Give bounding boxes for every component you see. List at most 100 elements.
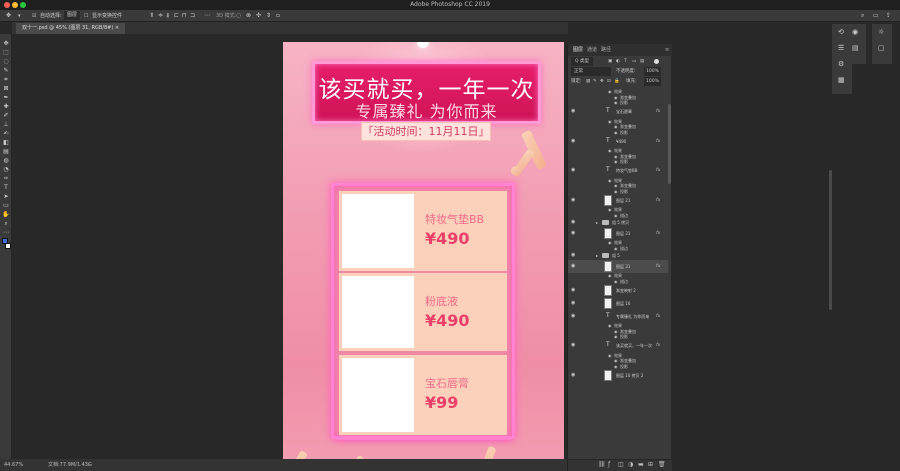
effect-visibility-icon[interactable]: ◉ xyxy=(614,100,618,105)
background-color-swatch[interactable] xyxy=(5,243,11,249)
panel-menu-icon[interactable]: ≡ xyxy=(662,46,672,54)
effect-visibility-icon[interactable]: ◉ xyxy=(608,240,612,245)
layer-row[interactable]: ◉ 图层 31 fx xyxy=(568,260,668,273)
styles-icon[interactable]: ▦ xyxy=(838,76,845,84)
layers-scrollbar[interactable] xyxy=(668,104,671,184)
type-tool-icon[interactable]: T xyxy=(2,184,10,191)
align-right-icon[interactable]: ⊐ xyxy=(190,10,195,22)
history-brush-icon[interactable]: ✍ xyxy=(2,130,10,137)
blur-tool-icon[interactable]: ◍ xyxy=(2,157,10,164)
properties-icon[interactable]: ☰ xyxy=(838,44,844,52)
learn-icon[interactable]: ☼ xyxy=(878,28,884,36)
distribute-icon[interactable]: ⋯ xyxy=(204,10,210,22)
new-layer-icon[interactable]: ⊞ xyxy=(648,461,653,468)
eyedropper-tool-icon[interactable]: ✒ xyxy=(2,94,10,101)
layer-visibility-icon[interactable]: ◉ xyxy=(571,197,575,203)
filter-type-select[interactable]: Q 类型 xyxy=(571,57,593,66)
marquee-tool-icon[interactable]: ⬚ xyxy=(2,49,10,56)
lasso-tool-icon[interactable]: ◌ xyxy=(2,58,10,65)
layer-fx-badge[interactable]: fx xyxy=(656,231,660,236)
move-tool-icon[interactable]: ✥ xyxy=(2,40,10,47)
dodge-tool-icon[interactable]: ◔ xyxy=(2,166,10,173)
filter-shape-icon[interactable]: ▭ xyxy=(632,57,636,66)
layer-group-row[interactable]: ◉ ▸ 组 5 xyxy=(568,251,668,260)
lock-image-icon[interactable]: ✎ xyxy=(593,77,597,86)
layer-fx-badge[interactable]: fx xyxy=(656,139,660,144)
healing-tool-icon[interactable]: ✚ xyxy=(2,103,10,110)
layer-row[interactable]: ◉ 图层 21 fx xyxy=(568,194,668,207)
quick-select-tool-icon[interactable]: ✎ xyxy=(2,67,10,74)
layer-fx-badge[interactable]: fx xyxy=(656,264,660,269)
product-card[interactable]: 粉底液 ¥490 xyxy=(339,273,507,351)
lock-pixels-icon[interactable]: ▧ xyxy=(586,77,590,86)
artwork-canvas[interactable]: 该买就买，一年一次 专属臻礼 为你而来 「活动时间：11月11日」 特妆气垫BB… xyxy=(283,42,564,471)
effect-visibility-icon[interactable]: ◉ xyxy=(608,353,612,358)
effect-visibility-icon[interactable]: ◉ xyxy=(614,124,618,129)
effect-visibility-icon[interactable]: ◉ xyxy=(614,358,618,363)
layer-visibility-icon[interactable]: ◉ xyxy=(571,167,575,173)
lock-position-icon[interactable]: ✥ xyxy=(600,77,604,86)
effect-visibility-icon[interactable]: ◉ xyxy=(608,148,612,153)
layer-visibility-icon[interactable]: ◉ xyxy=(571,138,575,144)
effect-visibility-icon[interactable]: ◉ xyxy=(608,323,612,328)
layer-fx-badge[interactable]: fx xyxy=(656,109,660,114)
lock-all-icon[interactable]: 🔒 xyxy=(614,77,620,86)
filter-smart-icon[interactable]: ▤ xyxy=(640,57,644,66)
tool-preset-dropdown[interactable]: ▾ xyxy=(18,10,21,22)
blend-mode-select[interactable]: 正常 xyxy=(571,67,611,76)
layer-visibility-icon[interactable]: ◉ xyxy=(571,372,575,378)
effect-visibility-icon[interactable]: ◉ xyxy=(608,273,612,278)
layer-row[interactable]: ◉ 图层 10 拷贝 2 xyxy=(568,369,668,382)
effect-visibility-icon[interactable]: ◉ xyxy=(614,279,618,284)
history-icon[interactable]: ⟲ xyxy=(838,28,844,36)
layer-visibility-icon[interactable]: ◉ xyxy=(571,263,575,269)
brush-tool-icon[interactable]: ✐ xyxy=(2,112,10,119)
effect-visibility-icon[interactable]: ◉ xyxy=(614,329,618,334)
layer-row[interactable]: ◉ T ¥490 fx xyxy=(568,135,668,148)
effect-visibility-icon[interactable]: ◉ xyxy=(614,334,618,339)
add-style-icon[interactable]: ƒ xyxy=(608,461,610,468)
close-tab-icon[interactable]: × xyxy=(115,25,119,31)
document-tab[interactable]: 双十一.psd @ 45% (图层 31, RGB/8#) × xyxy=(16,23,126,34)
filter-text-icon[interactable]: T xyxy=(624,57,627,66)
slide-3d-icon[interactable]: ⇕ xyxy=(266,10,271,22)
effect-visibility-icon[interactable]: ◉ xyxy=(614,246,618,251)
fill-input[interactable]: 100% xyxy=(644,77,661,86)
gradient-tool-icon[interactable]: ▤ xyxy=(2,148,10,155)
libraries-icon[interactable]: ▤ xyxy=(852,44,859,52)
rotate-3d-icon[interactable]: ◌ xyxy=(236,10,241,22)
layer-fx-badge[interactable]: fx xyxy=(656,314,660,319)
filter-toggle[interactable] xyxy=(654,59,659,64)
effect-visibility-icon[interactable]: ◉ xyxy=(608,119,612,124)
eraser-tool-icon[interactable]: ◧ xyxy=(2,139,10,146)
effect-visibility-icon[interactable]: ◉ xyxy=(608,89,612,94)
layer-fx-badge[interactable]: fx xyxy=(656,168,660,173)
auto-select-target[interactable]: 图层 xyxy=(64,11,81,20)
frame-tool-icon[interactable]: ⊠ xyxy=(2,85,10,92)
align-center-icon[interactable]: ⊓ xyxy=(182,10,187,22)
align-top-icon[interactable]: ⫪ xyxy=(150,10,153,22)
effect-visibility-icon[interactable]: ◉ xyxy=(614,95,618,100)
align-bottom-icon[interactable]: ⫫ xyxy=(166,10,169,22)
layer-visibility-icon[interactable]: ◉ xyxy=(571,252,575,258)
hand-tool-icon[interactable]: ✋ xyxy=(2,211,10,218)
layer-visibility-icon[interactable]: ◉ xyxy=(571,219,575,225)
zoom-window-button[interactable] xyxy=(20,2,26,8)
effect-visibility-icon[interactable]: ◉ xyxy=(614,189,618,194)
layer-visibility-icon[interactable]: ◉ xyxy=(571,287,575,293)
dock-scrollbar[interactable] xyxy=(829,170,832,310)
product-card[interactable]: 特妆气垫BB ¥490 xyxy=(339,191,507,271)
visibility-icon[interactable]: ◉ xyxy=(852,28,858,36)
search-icon[interactable]: ⌕ xyxy=(861,10,864,22)
expand-chevron-icon[interactable]: ▸ xyxy=(596,220,598,225)
show-transform-checkbox[interactable]: ☐ xyxy=(84,10,88,22)
path-select-icon[interactable]: ➤ xyxy=(2,193,10,200)
layer-row[interactable]: ◉ T 特妆气垫BB fx xyxy=(568,165,668,178)
filter-pixel-icon[interactable]: ▣ xyxy=(608,57,612,66)
share-icon[interactable]: ⇪ xyxy=(886,10,891,22)
pan-3d-icon[interactable]: ✣ xyxy=(256,10,261,22)
more-tools-icon[interactable]: ⋯ xyxy=(2,229,10,236)
tab-paths[interactable]: 路径 xyxy=(598,46,614,54)
layer-group-row[interactable]: ◉ ▸ 组 5 拷贝 xyxy=(568,218,668,227)
workspace-icon[interactable]: ▭ xyxy=(873,10,879,22)
